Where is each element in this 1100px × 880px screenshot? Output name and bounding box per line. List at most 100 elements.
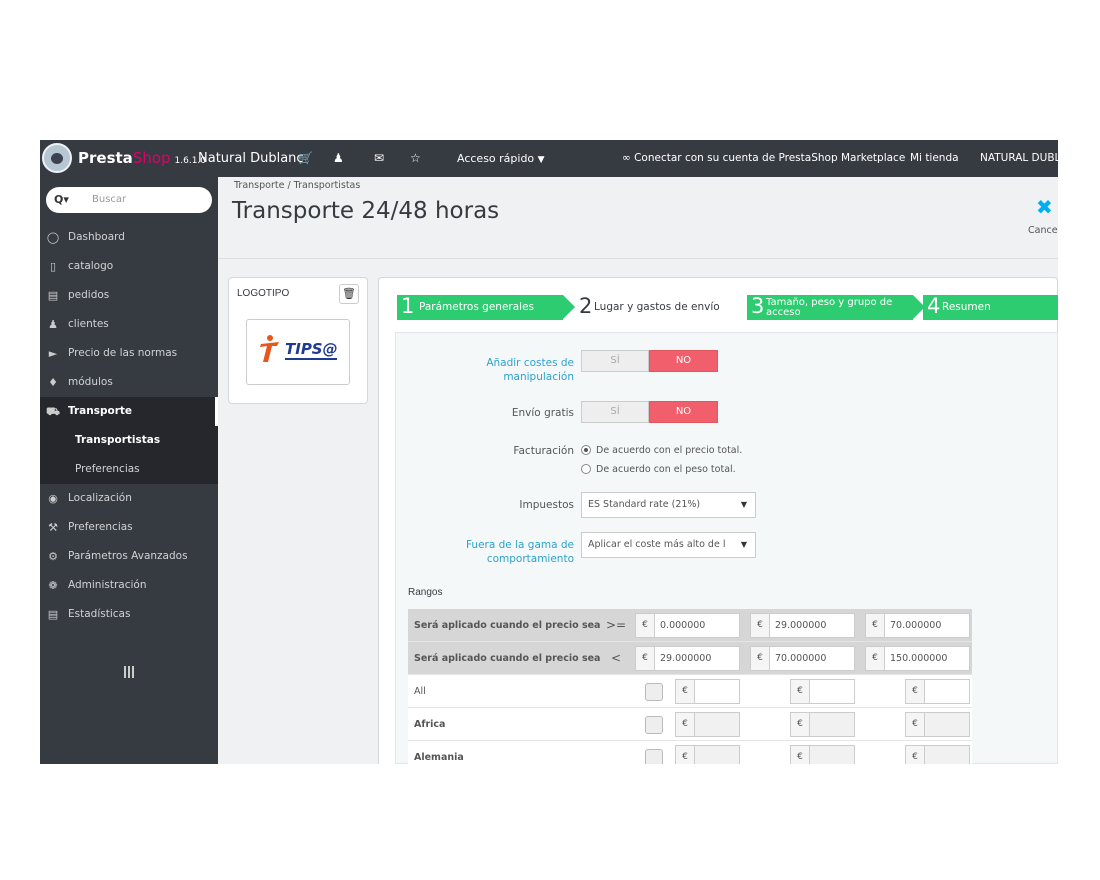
store-name[interactable]: Natural Dublanc bbox=[198, 140, 304, 177]
collapse-menu-icon[interactable] bbox=[124, 666, 134, 678]
tag-icon: ► bbox=[48, 347, 58, 360]
brand-shop: Shop bbox=[132, 149, 171, 167]
sidebar-item-administration[interactable]: ❁ Administración bbox=[40, 571, 218, 600]
sidebar-item-stats[interactable]: ▤ Estadísticas bbox=[40, 600, 218, 629]
zone-price-input[interactable]: € bbox=[905, 679, 970, 704]
wizard-step-2[interactable]: 2 Lugar y gastos de envío bbox=[575, 294, 747, 320]
brand[interactable]: PrestaShop 1.6.1.0 bbox=[78, 140, 206, 177]
range-input[interactable]: €70.000000 bbox=[865, 613, 970, 638]
sidebar-item-localization[interactable]: ◉ Localización bbox=[40, 484, 218, 513]
zone-price-input[interactable]: € bbox=[790, 745, 855, 764]
range-value: 29.000000 bbox=[775, 620, 827, 631]
zone-price-input[interactable]: € bbox=[675, 745, 740, 764]
close-icon[interactable]: ✖ bbox=[1036, 195, 1053, 219]
marketplace-link[interactable]: ∞ Conectar con su cuenta de PrestaShop M… bbox=[622, 140, 905, 177]
range-input[interactable]: €29.000000 bbox=[635, 646, 740, 671]
quick-access-menu[interactable]: Acceso rápido ▼ bbox=[457, 140, 545, 177]
billing-option-price[interactable]: De acuerdo con el precio total. bbox=[581, 444, 742, 456]
tax-select[interactable]: ES Standard rate (21%) ▼ bbox=[581, 492, 756, 518]
free-shipping-label: Envío gratis bbox=[511, 407, 574, 419]
sidebar-item-label: Localización bbox=[68, 492, 132, 504]
billing-option-weight-label: De acuerdo con el peso total. bbox=[596, 464, 736, 475]
toggle-no[interactable]: NO bbox=[649, 401, 718, 423]
toggle-no[interactable]: NO bbox=[649, 350, 718, 372]
radio-selected[interactable] bbox=[581, 444, 591, 455]
zone-price-input[interactable]: € bbox=[675, 712, 740, 737]
sidebar-item-label: Precio de las normas bbox=[68, 347, 178, 359]
range-operator: < bbox=[610, 651, 622, 665]
free-shipping-toggle[interactable]: SÍ NO bbox=[581, 401, 718, 423]
sidebar-item-price-rules[interactable]: ► Precio de las normas bbox=[40, 339, 218, 368]
sidebar-item-dashboard[interactable]: ◯ Dashboard bbox=[40, 223, 218, 252]
zone-price-input[interactable]: € bbox=[905, 712, 970, 737]
toggle-yes[interactable]: SÍ bbox=[581, 401, 649, 423]
zone-price-input[interactable]: € bbox=[790, 679, 855, 704]
currency-symbol: € bbox=[866, 614, 885, 637]
app-window: PrestaShop 1.6.1.0 Natural Dublanc 🛒 ♟ ✉ … bbox=[40, 140, 1058, 764]
search-icon[interactable]: Q▾ bbox=[54, 193, 69, 206]
sidebar-item-advanced-parameters[interactable]: ⚙ Parámetros Avanzados bbox=[40, 542, 218, 571]
tips-logo-icon: TIPS@ bbox=[260, 335, 338, 362]
sidebar-subitem-preferences[interactable]: Preferencias bbox=[40, 455, 218, 484]
range-input[interactable]: €70.000000 bbox=[750, 646, 855, 671]
sidebar-subitem-carriers[interactable]: Transportistas bbox=[40, 426, 218, 455]
zone-price-input[interactable]: € bbox=[790, 712, 855, 737]
zone-label: Africa bbox=[414, 719, 446, 730]
page-title: Transporte 24/48 horas bbox=[232, 198, 500, 224]
zone-checkbox[interactable] bbox=[645, 683, 663, 701]
wizard-step-1[interactable]: 1 Parámetros generales bbox=[397, 294, 575, 320]
out-of-range-select[interactable]: Aplicar el coste más alto de l ▼ bbox=[581, 532, 756, 558]
prestashop-logo-icon[interactable] bbox=[42, 143, 72, 173]
sidebar-item-modules[interactable]: ♦ módulos bbox=[40, 368, 218, 397]
brand-main: Presta bbox=[78, 149, 133, 167]
currency-symbol: € bbox=[676, 713, 695, 736]
search-box[interactable]: Q▾ Buscar bbox=[46, 187, 212, 213]
user-icon[interactable]: ♟ bbox=[333, 140, 344, 177]
zone-row-africa: Africa € € € bbox=[408, 708, 972, 741]
toggle-yes[interactable]: SÍ bbox=[581, 350, 649, 372]
sidebar-item-preferences[interactable]: ⚒ Preferencias bbox=[40, 513, 218, 542]
step-label-line2: acceso bbox=[766, 307, 801, 318]
trophy-icon[interactable]: ☆ bbox=[410, 140, 421, 177]
cart-icon[interactable]: 🛒 bbox=[298, 140, 313, 177]
zone-checkbox[interactable] bbox=[645, 749, 663, 764]
billing-option-weight[interactable]: De acuerdo con el peso total. bbox=[581, 463, 736, 475]
wizard-step-4[interactable]: 4 Resumen bbox=[923, 294, 1058, 320]
radio-unselected[interactable] bbox=[581, 463, 591, 474]
sidebar-item-orders[interactable]: ▤ pedidos bbox=[40, 281, 218, 310]
range-value: 150.000000 bbox=[890, 653, 948, 664]
breadcrumb[interactable]: Transporte / Transportistas bbox=[234, 180, 360, 191]
out-of-range-line2: comportamiento bbox=[486, 553, 574, 565]
handling-costs-toggle[interactable]: SÍ NO bbox=[581, 350, 718, 372]
range-input[interactable]: €0.000000 bbox=[635, 613, 740, 638]
carrier-logo-image[interactable]: TIPS@ bbox=[246, 319, 350, 385]
quick-access-label: Acceso rápido bbox=[457, 152, 535, 165]
step-number: 1 bbox=[401, 294, 415, 318]
cancel-button[interactable]: Cance bbox=[1028, 225, 1058, 236]
dashboard-icon: ◯ bbox=[46, 231, 60, 244]
search-input[interactable]: Buscar bbox=[92, 194, 126, 205]
range-value: 70.000000 bbox=[775, 653, 827, 664]
currency-symbol: € bbox=[636, 647, 655, 670]
link-icon: ∞ bbox=[622, 152, 631, 164]
sidebar-item-shipping[interactable]: ⛟ Transporte bbox=[40, 397, 218, 426]
range-input[interactable]: €29.000000 bbox=[750, 613, 855, 638]
mail-icon[interactable]: ✉ bbox=[374, 140, 384, 177]
zone-checkbox[interactable] bbox=[645, 716, 663, 734]
zone-price-input[interactable]: € bbox=[905, 745, 970, 764]
sidebar-item-customers[interactable]: ♟ clientes bbox=[40, 310, 218, 339]
currency-symbol: € bbox=[906, 713, 925, 736]
cogs-icon: ⚙ bbox=[48, 550, 58, 563]
currency-symbol: € bbox=[676, 746, 695, 764]
sidebar-item-catalog[interactable]: ▯ catalogo bbox=[40, 252, 218, 281]
step-arrow bbox=[735, 295, 747, 319]
wrench-icon: ⚒ bbox=[48, 521, 58, 534]
wizard-step-3[interactable]: 3 Tamaño, peso y grupo de acceso bbox=[747, 294, 925, 320]
range-input[interactable]: €150.000000 bbox=[865, 646, 970, 671]
range-value: 0.000000 bbox=[660, 620, 706, 631]
delete-logo-button[interactable]: 🗑 bbox=[339, 284, 359, 304]
zone-price-input[interactable]: € bbox=[675, 679, 740, 704]
step-label: Lugar y gastos de envío bbox=[594, 301, 720, 313]
account-menu[interactable]: NATURAL DUBL bbox=[980, 140, 1058, 177]
my-store-link[interactable]: Mi tienda bbox=[910, 140, 959, 177]
